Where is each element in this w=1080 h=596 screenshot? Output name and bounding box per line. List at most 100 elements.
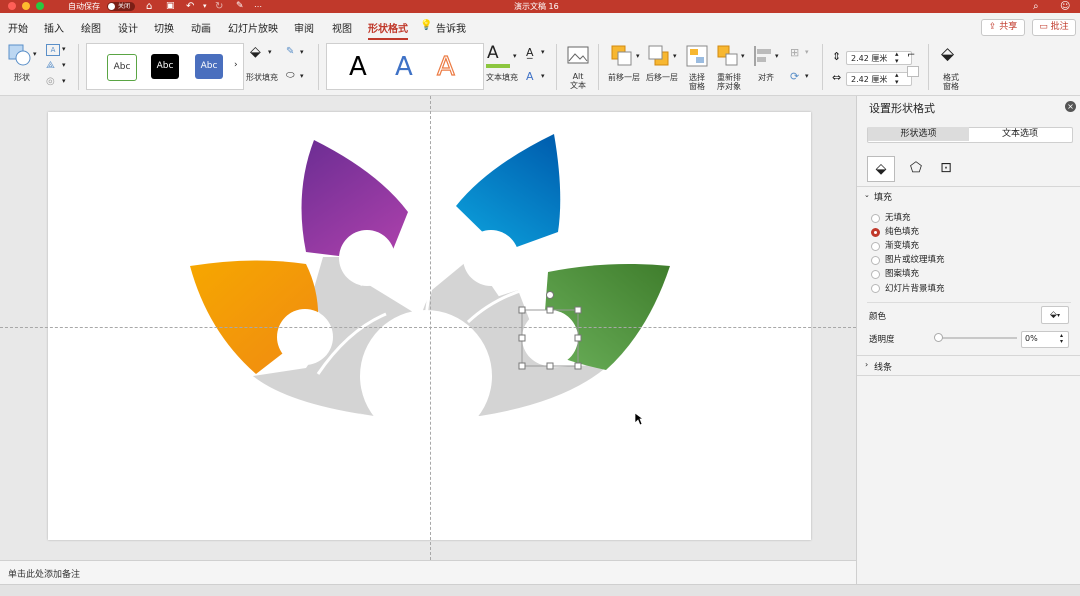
effects-tab-icon[interactable]: ⬠ xyxy=(903,156,929,180)
text-fill-icon[interactable]: A xyxy=(487,43,499,63)
align-icon[interactable] xyxy=(753,45,775,67)
radio-no-fill[interactable] xyxy=(871,214,880,223)
group-icon[interactable]: ⊞ xyxy=(790,46,799,59)
vertical-guide[interactable] xyxy=(430,96,431,560)
align-dropdown-icon[interactable]: ▾ xyxy=(775,52,779,60)
text-effects-icon[interactable]: A xyxy=(526,70,534,83)
rotate-icon[interactable]: ⟳ xyxy=(790,70,799,83)
shape-fill-dropdown-icon[interactable]: ▾ xyxy=(268,48,272,56)
tab-draw[interactable]: 绘图 xyxy=(81,20,101,35)
home-icon[interactable]: ⌂ xyxy=(146,0,152,13)
wordart-sample-black[interactable]: A xyxy=(349,52,367,82)
shape-effects-icon[interactable]: ⬭ xyxy=(286,70,295,81)
text-effects-dropdown-icon[interactable]: ▾ xyxy=(541,72,545,80)
transparency-stepper[interactable]: ▴ ▾ xyxy=(1060,333,1063,345)
autosave-toggle[interactable]: 关闭 xyxy=(107,2,135,11)
zoom-window-button[interactable] xyxy=(36,2,44,10)
minimize-window-button[interactable] xyxy=(22,2,30,10)
tab-transitions[interactable]: 切换 xyxy=(154,20,174,35)
tab-home[interactable]: 开始 xyxy=(8,20,28,35)
save-icon[interactable]: ▣ xyxy=(166,0,175,13)
tell-me[interactable]: 告诉我 xyxy=(436,20,466,35)
share-button[interactable]: ⇪ 共享 xyxy=(981,19,1025,36)
shapes-dropdown-icon[interactable]: ▾ xyxy=(33,50,37,58)
petal-blue-circle[interactable] xyxy=(463,230,519,286)
wordart-sample-blue[interactable]: A xyxy=(395,52,413,82)
line-expand-icon[interactable]: › xyxy=(865,360,868,369)
horizontal-guide[interactable] xyxy=(0,327,856,328)
merge-dropdown-icon[interactable]: ▾ xyxy=(62,77,66,85)
tab-design[interactable]: 设计 xyxy=(118,20,138,35)
text-box-dropdown-icon[interactable]: ▾ xyxy=(62,45,66,53)
style-sample-blue[interactable]: Abc xyxy=(195,54,223,79)
radio-slide-bg-fill[interactable] xyxy=(871,284,880,293)
resize-handle[interactable] xyxy=(574,334,582,342)
gallery-next-icon[interactable]: › xyxy=(234,60,238,70)
tab-shape-options[interactable]: 形状选项 xyxy=(868,127,969,141)
lock-aspect-checkbox[interactable] xyxy=(907,66,919,77)
reorder-objects-icon[interactable] xyxy=(717,45,739,67)
shape-outline-dropdown-icon[interactable]: ▾ xyxy=(300,48,304,56)
lock-aspect-icon[interactable]: ⌐ xyxy=(907,50,915,61)
style-sample-black[interactable]: Abc xyxy=(151,54,179,79)
width-input[interactable]: 2.42 厘米 xyxy=(846,72,912,86)
height-stepper[interactable]: ▴ ▾ xyxy=(895,51,899,65)
petal-blue[interactable] xyxy=(456,134,561,252)
redo-icon[interactable]: ↻ xyxy=(215,0,223,13)
search-icon[interactable]: ⌕ xyxy=(1033,0,1039,13)
text-outline-icon[interactable]: A̲ xyxy=(526,46,534,59)
tab-shape-format[interactable]: 形状格式 xyxy=(368,20,408,40)
tab-slideshow[interactable]: 幻灯片放映 xyxy=(228,20,278,35)
size-properties-tab-icon[interactable]: ⊡ xyxy=(933,156,959,180)
rotate-dropdown-icon[interactable]: ▾ xyxy=(805,72,809,80)
merge-shapes-icon[interactable]: ◎ xyxy=(46,76,55,87)
radio-gradient-fill[interactable] xyxy=(871,242,880,251)
resize-handle[interactable] xyxy=(518,334,526,342)
bring-forward-dropdown-icon[interactable]: ▾ xyxy=(636,52,640,60)
comments-button[interactable]: ▭ 批注 xyxy=(1032,19,1076,36)
fill-section-header[interactable]: 填充 xyxy=(874,190,892,203)
rotate-handle[interactable] xyxy=(546,291,554,299)
resize-handle[interactable] xyxy=(518,306,526,314)
account-icon[interactable]: ☺ xyxy=(1060,0,1070,13)
transparency-slider[interactable] xyxy=(937,337,1017,339)
alt-text-icon[interactable] xyxy=(567,46,589,66)
slide-workspace[interactable] xyxy=(0,96,856,560)
tab-insert[interactable]: 插入 xyxy=(44,20,64,35)
reorder-dropdown-icon[interactable]: ▾ xyxy=(741,52,745,60)
style-sample-outline[interactable]: Abc xyxy=(107,54,137,81)
transparency-input[interactable]: 0% ▴ ▾ xyxy=(1021,331,1069,348)
fill-line-tab-icon[interactable]: ⬙ xyxy=(867,156,895,182)
width-stepper[interactable]: ▴ ▾ xyxy=(895,72,899,86)
undo-dropdown-icon[interactable]: ▾ xyxy=(203,0,207,13)
edit-shape-icon[interactable]: ⟁ xyxy=(46,60,55,71)
radio-picture-fill[interactable] xyxy=(871,256,880,265)
resize-handle[interactable] xyxy=(518,362,526,370)
tab-text-options[interactable]: 文本选项 xyxy=(970,127,1070,141)
notes-pane[interactable]: 单击此处添加备注 xyxy=(0,560,856,585)
close-pane-button[interactable]: × xyxy=(1065,101,1076,112)
format-pane-icon[interactable]: ⬙ xyxy=(941,44,954,64)
radio-solid-fill[interactable] xyxy=(871,228,880,237)
resize-handle[interactable] xyxy=(546,306,554,314)
shape-effects-dropdown-icon[interactable]: ▾ xyxy=(300,72,304,80)
radio-pattern-fill[interactable] xyxy=(871,270,880,279)
send-backward-icon[interactable] xyxy=(648,45,670,67)
undo-icon[interactable]: ↶ xyxy=(186,0,194,13)
shapes-icon[interactable] xyxy=(8,44,32,66)
petal-green-circle[interactable] xyxy=(522,310,578,366)
close-window-button[interactable] xyxy=(8,2,16,10)
bring-forward-icon[interactable] xyxy=(611,45,633,67)
edit-shape-dropdown-icon[interactable]: ▾ xyxy=(62,61,66,69)
resize-handle[interactable] xyxy=(546,362,554,370)
tab-animations[interactable]: 动画 xyxy=(191,20,211,35)
customize-icon[interactable]: ✎ xyxy=(236,0,244,13)
group-dropdown-icon[interactable]: ▾ xyxy=(805,48,809,56)
selection-pane-icon[interactable] xyxy=(686,45,708,67)
text-outline-dropdown-icon[interactable]: ▾ xyxy=(541,48,545,56)
send-backward-dropdown-icon[interactable]: ▾ xyxy=(673,52,677,60)
text-box-icon[interactable]: A xyxy=(46,44,60,56)
tab-review[interactable]: 审阅 xyxy=(294,20,314,35)
text-fill-dropdown-icon[interactable]: ▾ xyxy=(513,52,517,60)
resize-handle[interactable] xyxy=(574,362,582,370)
